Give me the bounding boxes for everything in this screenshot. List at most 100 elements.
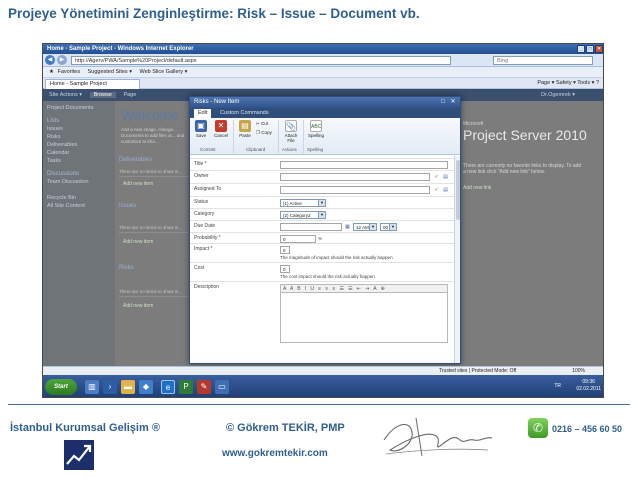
author-name: © Gökrem TEKİR, PMP <box>226 422 345 434</box>
browser-window-title: Home - Sample Project - Windows Internet… <box>47 46 194 52</box>
fav-link-webslice[interactable]: Web Slice Gallery ▾ <box>140 69 188 75</box>
sp-left-nav: Project Documents Lists Issues Risks Del… <box>43 101 115 385</box>
favorites-button[interactable]: Favorites <box>57 69 80 75</box>
paint-icon[interactable]: ✎ <box>197 380 211 394</box>
explorer-icon[interactable]: ▥ <box>85 380 99 394</box>
impact-input[interactable]: 0 <box>280 246 290 254</box>
add-new-item-link[interactable]: Add new item <box>123 181 153 187</box>
status-value: (1) Active <box>283 201 302 206</box>
description-editor[interactable] <box>280 293 448 343</box>
language-indicator[interactable]: TR <box>554 383 561 389</box>
copy-button[interactable]: ❐ Copy <box>256 130 272 136</box>
nav-project-documents[interactable]: Project Documents <box>47 104 111 112</box>
address-book-icon[interactable]: ▤ <box>442 187 449 193</box>
close-button[interactable]: ✕ <box>595 45 603 53</box>
taskbar: Start ▥ › ▬ ◆ e P ✎ ▭ TR 09:36 02.02.201… <box>43 375 603 397</box>
company-logo-icon <box>64 440 94 470</box>
cancel-button[interactable]: ✕ Cancel <box>212 120 230 138</box>
dialog-scrollbar[interactable] <box>454 156 460 363</box>
project-icon[interactable]: P <box>179 380 193 394</box>
new-item-form: Title * Owner ✓ ▤ Assigned To ✓ ▤ Status… <box>190 156 460 363</box>
check-names-icon[interactable]: ✓ <box>433 174 440 180</box>
window-icon[interactable]: ▭ <box>215 380 229 394</box>
cost-input[interactable]: 0 <box>280 265 290 273</box>
cut-label: Cut <box>261 121 269 126</box>
add-new-item-link[interactable]: Add new item <box>123 303 153 309</box>
check-names-icon[interactable]: ✓ <box>433 187 440 193</box>
search-input[interactable]: Bing <box>493 56 593 65</box>
tab-edit[interactable]: Edit <box>194 109 212 118</box>
nav-item-issues[interactable]: Issues <box>47 125 111 133</box>
app-icon[interactable]: ◆ <box>139 380 153 394</box>
nav-item-team-discussion[interactable]: Team Discussion <box>47 178 111 186</box>
impact-note: The magnitude of impact should the risk … <box>280 255 393 260</box>
risks-title[interactable]: Risks <box>119 265 134 271</box>
nav-item-risks[interactable]: Risks <box>47 133 111 141</box>
add-new-link[interactable]: Add new link <box>463 185 491 191</box>
probability-input[interactable]: 0 <box>280 235 316 243</box>
due-date-input[interactable] <box>280 223 342 231</box>
group-actions: Actions <box>282 147 297 152</box>
chevron-down-icon: ▼ <box>318 200 325 206</box>
nav-all-site-content[interactable]: All Site Content <box>47 202 111 210</box>
dialog-title: Risks - New Item <box>194 99 240 105</box>
back-icon[interactable]: ◀ <box>45 55 55 65</box>
status-select[interactable]: (1) Active ▼ <box>280 199 326 207</box>
tab-custom-commands[interactable]: Custom Commands <box>216 109 273 118</box>
spelling-button[interactable]: ABC Spelling <box>306 120 326 138</box>
nav-discussions-header[interactable]: Discussions <box>47 170 111 178</box>
start-button[interactable]: Start <box>45 379 77 395</box>
assigned-to-input[interactable] <box>280 186 430 194</box>
issues-title[interactable]: Issues <box>119 203 136 209</box>
tab-page[interactable]: Page <box>123 92 136 98</box>
minimize-button[interactable]: _ <box>577 45 585 53</box>
dialog-tabs: Edit Custom Commands <box>190 108 460 118</box>
owner-input[interactable] <box>280 173 430 181</box>
hour-select[interactable]: 12 AM ▼ <box>353 223 377 231</box>
rich-text-toolbar[interactable]: A A B I U ≡ ≡ ≡ ☰ ☰ ⇤ ⇥ A ⊕ <box>280 284 448 293</box>
command-bar[interactable]: Page ▾ Safety ▾ Tools ▾ ? <box>537 78 599 89</box>
website-link[interactable]: www.gokremtekir.com <box>222 448 328 459</box>
save-button[interactable]: ▣ Save <box>192 120 210 138</box>
tab-home-sample-project[interactable]: Home - Sample Project <box>45 79 140 89</box>
nav-item-calendar[interactable]: Calendar <box>47 149 111 157</box>
favorites-star-icon[interactable]: ★ <box>49 69 54 75</box>
address-input[interactable]: http://Agerv/PWA/Sample%20Project/defaul… <box>71 56 451 65</box>
address-book-icon[interactable]: ▤ <box>442 174 449 180</box>
folder-icon[interactable]: ▬ <box>121 380 135 394</box>
paste-button[interactable]: ▤ Paste <box>236 120 254 138</box>
title-input[interactable] <box>280 161 448 169</box>
dialog-close-icon[interactable]: ✕ <box>449 98 457 106</box>
add-new-item-link[interactable]: Add new item <box>123 239 153 245</box>
list-item: There are no items to show in... <box>119 225 199 233</box>
fav-link-suggested[interactable]: Suggested Sites ▾ <box>88 69 132 75</box>
user-menu[interactable]: Dr.Ogemrek ▾ <box>541 89 575 101</box>
powershell-icon[interactable]: › <box>103 380 117 394</box>
deliverables-title[interactable]: Deliverables <box>119 157 152 163</box>
internet-explorer-icon[interactable]: e <box>161 380 175 394</box>
company-name: İstanbul Kurumsal Gelişim ® <box>10 422 160 434</box>
nav-lists-header[interactable]: Lists <box>47 117 111 125</box>
system-clock[interactable]: 09:36 02.02.2011 <box>576 379 601 393</box>
nav-item-tasks[interactable]: Tasks <box>47 157 111 165</box>
attach-file-button[interactable]: 📎 Attach File <box>281 120 301 143</box>
category-select[interactable]: (2) Category2 ▼ <box>280 211 326 219</box>
zoom-level[interactable]: 100% <box>572 367 585 375</box>
site-actions-menu[interactable]: Site Actions ▾ <box>49 92 82 98</box>
favorites-bar: ★ Favorites Suggested Sites ▾ Web Slice … <box>43 67 603 78</box>
address-bar-row: ◀ ▶ http://Agerv/PWA/Sample%20Project/de… <box>43 54 603 67</box>
maximize-button[interactable]: □ <box>586 45 594 53</box>
group-clipboard: Clipboard <box>246 147 266 152</box>
cut-button[interactable]: ✂ Cut <box>256 121 268 127</box>
new-item-dialog: Risks - New Item □ ✕ Edit Custom Command… <box>189 96 461 364</box>
dialog-maximize-icon[interactable]: □ <box>439 98 447 106</box>
nav-item-deliverables[interactable]: Deliverables <box>47 141 111 149</box>
save-label: Save <box>195 133 207 138</box>
tab-browse[interactable]: Browse <box>89 92 116 98</box>
calendar-icon[interactable]: ▦ <box>344 224 351 230</box>
forward-icon[interactable]: ▶ <box>57 55 67 65</box>
probability-label: Probability * <box>194 235 221 241</box>
minute-select[interactable]: 00 ▼ <box>380 223 397 231</box>
status-label: Status <box>194 199 209 205</box>
nav-recycle-bin[interactable]: Recycle Bin <box>47 194 111 202</box>
